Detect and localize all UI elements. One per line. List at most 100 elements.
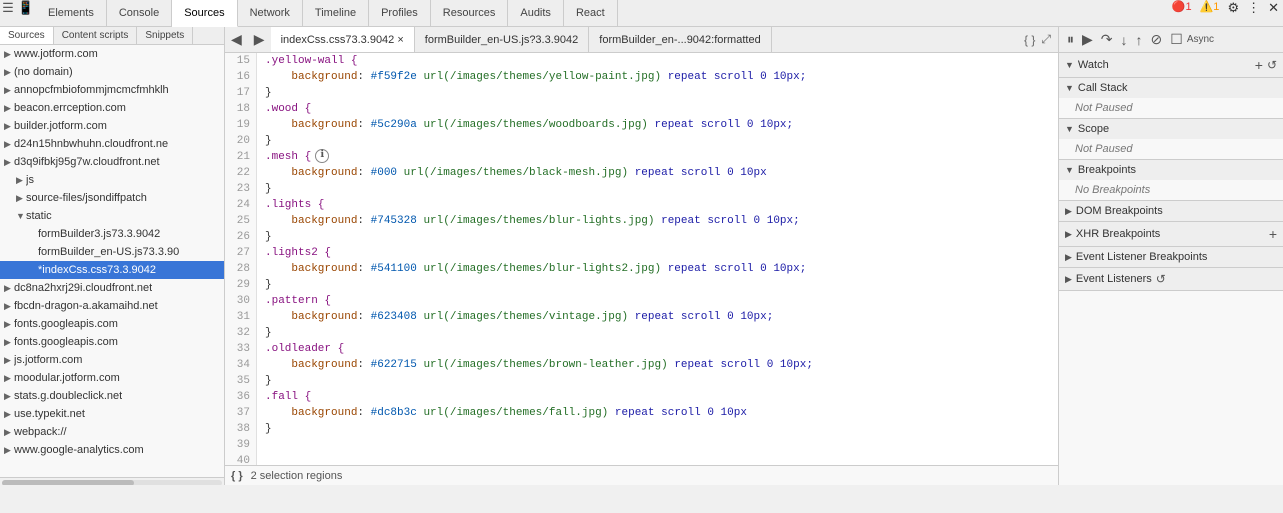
tree-item[interactable]: ▶ fbcdn-dragon-a.akamaihd.net (0, 297, 224, 315)
tab-console[interactable]: Console (107, 0, 172, 26)
tree-item[interactable]: ▶ www.google-analytics.com (0, 441, 224, 459)
tree-item-label: d3q9ifbkj95g7w.cloudfront.net (14, 154, 160, 170)
selection-status: 2 selection regions (251, 470, 343, 482)
debugger-forward-btn[interactable]: ▶ (248, 31, 271, 48)
tree-item[interactable]: ▶ beacon.errception.com (0, 99, 224, 117)
line-number: 20 (225, 133, 256, 149)
step-into-btn[interactable]: ↓ (1117, 32, 1132, 48)
deactivate-btn[interactable]: ⊘ (1147, 31, 1167, 48)
tree-arrow: ▶ (4, 388, 14, 404)
tree-item[interactable]: ▶ stats.g.doubleclick.net (0, 387, 224, 405)
tree-item[interactable]: formBuilder3.js73.3.9042 (0, 225, 224, 243)
line-numbers: 1516171819202122232425262728293031323334… (225, 53, 257, 465)
tree-item[interactable]: *indexCss.css73.3.9042 (0, 261, 224, 279)
tab-react[interactable]: React (564, 0, 618, 26)
sidebar-tab-snippets[interactable]: Snippets (137, 27, 193, 44)
jump-to-btn[interactable]: ⤢ (1038, 32, 1054, 47)
tree-item[interactable]: ▶ d24n15hnbwhuhn.cloudfront.ne (0, 135, 224, 153)
panel-section-label: Breakpoints (1078, 164, 1136, 176)
tree-item[interactable]: ▼ static (0, 207, 224, 225)
tree-item[interactable]: formBuilder_en-US.js73.3.90 (0, 243, 224, 261)
tree-item[interactable]: ▶ builder.jotform.com (0, 117, 224, 135)
tab-profiles[interactable]: Profiles (369, 0, 431, 26)
line-number: 25 (225, 213, 256, 229)
error-badge: 🔴1 (1168, 0, 1196, 26)
info-tooltip[interactable]: ℹ (315, 149, 329, 163)
tree-item[interactable]: ▶ js.jotform.com (0, 351, 224, 369)
tree-item[interactable]: ▶ js (0, 171, 224, 189)
tab-sources[interactable]: Sources (172, 0, 237, 27)
code-editor[interactable]: 1516171819202122232425262728293031323334… (225, 53, 1058, 465)
tab-resources[interactable]: Resources (431, 0, 509, 26)
tree-item[interactable]: ▶ fonts.googleapis.com (0, 315, 224, 333)
tree-item-label: beacon.errception.com (14, 100, 126, 116)
tree-arrow: ▶ (4, 298, 14, 314)
resume-btn[interactable]: ▶ (1078, 31, 1097, 48)
tab-network[interactable]: Network (238, 0, 303, 26)
sidebar-tab-sources[interactable]: Sources (0, 27, 54, 44)
panel-section-header-event-listeners[interactable]: ▶Event Listeners↺ (1059, 268, 1283, 290)
panel-section-header-call-stack[interactable]: ▼Call Stack (1059, 78, 1283, 98)
line-number: 18 (225, 101, 256, 117)
panel-section-header-scope[interactable]: ▼Scope (1059, 119, 1283, 139)
tree-item[interactable]: ▶ d3q9ifbkj95g7w.cloudfront.net (0, 153, 224, 171)
code-tab-formbuilder-en[interactable]: formBuilder_en-US.js?3.3.9042 (415, 27, 589, 52)
tree-item[interactable]: ▶ webpack:// (0, 423, 224, 441)
tree-item[interactable]: ▶ annopcfmbiofommjmcmcfmhklh (0, 81, 224, 99)
tree-item-label: www.google-analytics.com (14, 442, 144, 458)
panel-section-header-watch[interactable]: ▼Watch+↺ (1059, 53, 1283, 77)
sidebar-tab-content-scripts[interactable]: Content scripts (54, 27, 138, 44)
panel-section-header-xhr-breakpoints[interactable]: ▶XHR Breakpoints+ (1059, 222, 1283, 246)
pause-btn[interactable]: ⏸ (1063, 31, 1078, 48)
debugger-back-btn[interactable]: ◀ (225, 31, 248, 48)
tree-arrow: ▶ (4, 370, 14, 386)
line-number: 34 (225, 357, 256, 373)
more-icon[interactable]: ⋮ (1243, 0, 1264, 26)
panel-section-content: Not Paused (1059, 139, 1283, 159)
step-out-btn[interactable]: ↑ (1132, 32, 1147, 48)
settings-icon[interactable]: ⚙ (1223, 0, 1243, 26)
code-line: } (265, 229, 1050, 245)
panel-section-header-breakpoints[interactable]: ▼Breakpoints (1059, 160, 1283, 180)
tree-item-label: builder.jotform.com (14, 118, 107, 134)
panel-section-dom-breakpoints: ▶DOM Breakpoints (1059, 201, 1283, 222)
tree-item[interactable]: ▶ moodular.jotform.com (0, 369, 224, 387)
tree-item[interactable]: ▶ (no domain) (0, 63, 224, 81)
tab-elements[interactable]: Elements (36, 0, 107, 26)
code-line: } (265, 133, 1050, 149)
tree-item[interactable]: ▶ fonts.googleapis.com (0, 333, 224, 351)
tree-arrow: ▶ (4, 82, 14, 98)
async-checkbox[interactable]: ☐ (1166, 31, 1187, 48)
panel-add-btn[interactable]: + (1269, 226, 1277, 242)
code-tab-indexcss[interactable]: indexCss.css73.3.9042 × (271, 27, 415, 52)
tab-audits[interactable]: Audits (508, 0, 564, 26)
panel-section-label: Watch (1078, 59, 1109, 71)
tree-item-label: formBuilder3.js73.3.9042 (38, 226, 160, 242)
code-content[interactable]: .yellow-wall { background: #f59f2e url(/… (257, 53, 1058, 465)
tab-timeline[interactable]: Timeline (303, 0, 369, 26)
prettify-btn[interactable]: { } (1021, 33, 1038, 47)
tree-arrow: ▶ (4, 100, 14, 116)
line-number: 28 (225, 261, 256, 277)
tree-item[interactable]: ▶ source-files/jsondiffpatch (0, 189, 224, 207)
code-tab-formbuilder-formatted[interactable]: formBuilder_en-...9042:formatted (589, 27, 771, 52)
main-container: Sources Content scripts Snippets ▶ www.j… (0, 27, 1283, 485)
close-icon[interactable]: ✕ (1264, 0, 1283, 26)
tree-item[interactable]: ▶ use.typekit.net (0, 405, 224, 423)
line-number: 17 (225, 85, 256, 101)
tree-item[interactable]: ▶ dc8na2hxrj29i.cloudfront.net (0, 279, 224, 297)
panel-refresh-btn[interactable]: ↺ (1156, 272, 1166, 286)
panel-refresh-btn[interactable]: ↺ (1267, 58, 1277, 72)
line-number: 22 (225, 165, 256, 181)
panel-add-btn[interactable]: + (1255, 57, 1263, 73)
line-number: 26 (225, 229, 256, 245)
inspect-icon[interactable]: ☰ (0, 0, 16, 16)
panel-section-header-dom-breakpoints[interactable]: ▶DOM Breakpoints (1059, 201, 1283, 221)
panel-section-label: DOM Breakpoints (1076, 205, 1163, 217)
panel-section-header-event-listener-breakpoints[interactable]: ▶Event Listener Breakpoints (1059, 247, 1283, 267)
device-icon[interactable]: 📱 (18, 0, 34, 16)
code-line: } (265, 373, 1050, 389)
tree-item-label: *indexCss.css73.3.9042 (38, 262, 156, 278)
step-over-btn[interactable]: ↷ (1097, 31, 1117, 48)
tree-item[interactable]: ▶ www.jotform.com (0, 45, 224, 63)
